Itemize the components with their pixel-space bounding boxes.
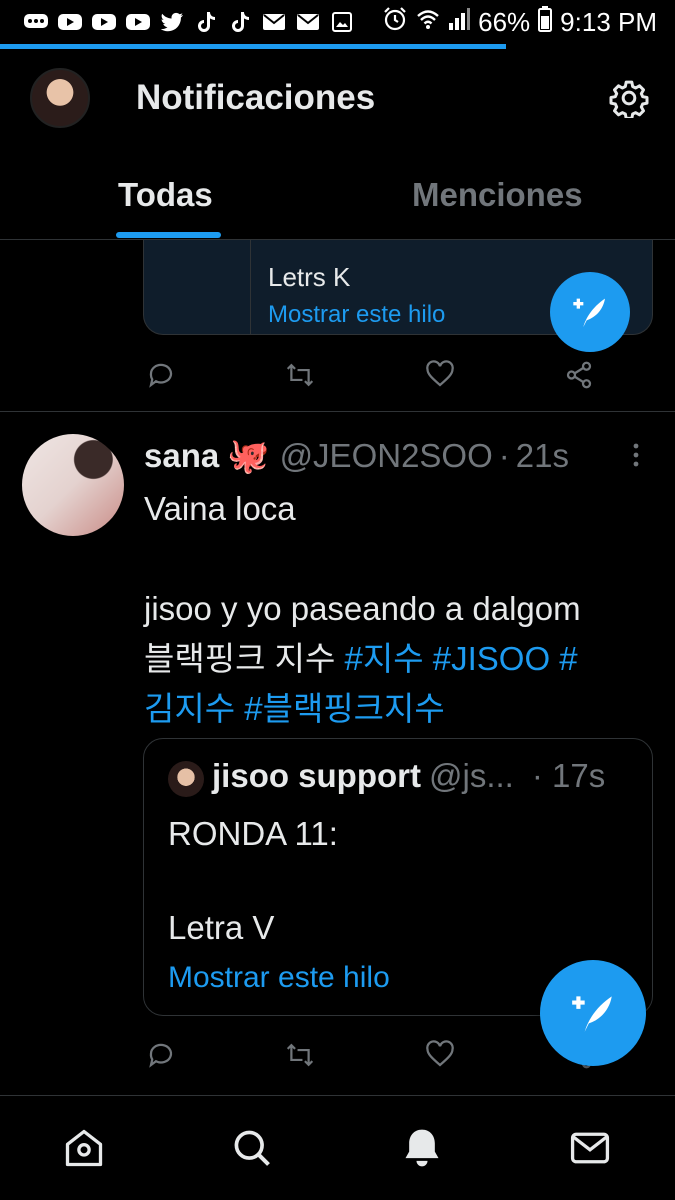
- previous-show-thread-link[interactable]: Mostrar este hilo: [268, 301, 445, 329]
- quoted-author-avatar: [168, 761, 204, 797]
- octopus-emoji: 🐙: [227, 437, 270, 475]
- previous-tweet-actions: [140, 355, 600, 395]
- status-bar: 66% 9:13 PM: [0, 0, 675, 44]
- youtube-icon: [124, 11, 152, 33]
- tab-todas[interactable]: Todas: [118, 176, 213, 214]
- tiktok-icon: [192, 11, 220, 33]
- share-icon[interactable]: [562, 358, 596, 392]
- separator-dot: ·: [498, 437, 510, 474]
- bottom-navigation: [0, 1095, 675, 1200]
- tweet-korean-text: 블랙핑크 지수: [144, 640, 345, 677]
- chat-icon: [22, 11, 50, 33]
- tweet-text: Vaina loca jisoo y yo paseando a dalgom …: [144, 484, 664, 734]
- quoted-timestamp: · 17s: [531, 757, 606, 794]
- system-status: 66% 9:13 PM: [382, 5, 657, 39]
- like-icon[interactable]: [423, 1038, 457, 1072]
- active-tab-indicator: [116, 232, 221, 238]
- tweet-author-name[interactable]: sana: [144, 437, 219, 475]
- tiktok-icon: [226, 11, 254, 33]
- home-icon[interactable]: [62, 1126, 106, 1170]
- tweet-line: Vaina loca: [144, 490, 296, 527]
- notification-icons: [22, 11, 356, 33]
- tab-bar: Todas Menciones: [0, 160, 675, 240]
- tweet-divider: [0, 411, 675, 412]
- search-icon[interactable]: [230, 1126, 274, 1170]
- twitter-icon: [158, 11, 186, 33]
- tab-menciones[interactable]: Menciones: [412, 176, 583, 214]
- page-title: Notificaciones: [136, 78, 376, 117]
- clock: 9:13 PM: [560, 6, 657, 37]
- tweet-author-handle[interactable]: @JEON2SOO: [280, 437, 493, 475]
- reply-icon[interactable]: [144, 358, 178, 392]
- tweet-header: sana 🐙 @JEON2SOO · 21s: [144, 436, 569, 476]
- show-thread-link[interactable]: Mostrar este hilo: [168, 961, 390, 995]
- tweet-timestamp: 21s: [515, 437, 569, 474]
- retweet-icon[interactable]: [283, 358, 317, 392]
- quoted-text-line: Letra V: [168, 909, 275, 946]
- wifi-icon: [416, 7, 440, 38]
- loading-progress-bar: [0, 44, 506, 49]
- youtube-icon: [56, 11, 84, 33]
- compose-tweet-button[interactable]: [540, 960, 646, 1066]
- tweet-line: jisoo y yo paseando a dalgom: [144, 590, 581, 627]
- mail-icon: [294, 11, 322, 33]
- battery-percentage: 66%: [478, 6, 531, 37]
- hashtag-link[interactable]: #지수 #JISOO #: [345, 640, 578, 677]
- quoted-author-handle: @js...: [429, 757, 514, 794]
- compose-feather-icon: [572, 996, 612, 1032]
- mail-icon[interactable]: [568, 1126, 612, 1170]
- retweet-icon[interactable]: [283, 1038, 317, 1072]
- profile-avatar[interactable]: [30, 68, 90, 128]
- gear-icon[interactable]: [609, 78, 649, 120]
- quoted-tweet-header: jisoo support @js... · 17s: [212, 757, 605, 795]
- youtube-icon: [90, 11, 118, 33]
- more-options-icon[interactable]: [630, 442, 642, 468]
- hashtag-link[interactable]: 김지수 #블랙핑크지수: [144, 684, 664, 734]
- tweet-line: 블랙핑크 지수 #지수 #JISOO #: [144, 634, 664, 684]
- signal-icon: [448, 7, 471, 38]
- previous-quote-text: Letrs K: [268, 262, 351, 292]
- reply-icon[interactable]: [144, 1038, 178, 1072]
- quoted-author-name: jisoo support: [212, 757, 421, 794]
- alarm-icon: [382, 6, 408, 39]
- compose-fab-small[interactable]: [550, 272, 630, 352]
- image-icon: [328, 11, 356, 33]
- header: Notificaciones: [0, 60, 675, 140]
- tweet-author-avatar[interactable]: [22, 434, 124, 536]
- tweet-actions: [140, 1035, 600, 1075]
- bell-icon[interactable]: [400, 1126, 444, 1170]
- battery-icon: [538, 5, 553, 39]
- like-icon[interactable]: [423, 358, 457, 392]
- quoted-text-line: RONDA 11:: [168, 815, 338, 852]
- mail-icon: [260, 11, 288, 33]
